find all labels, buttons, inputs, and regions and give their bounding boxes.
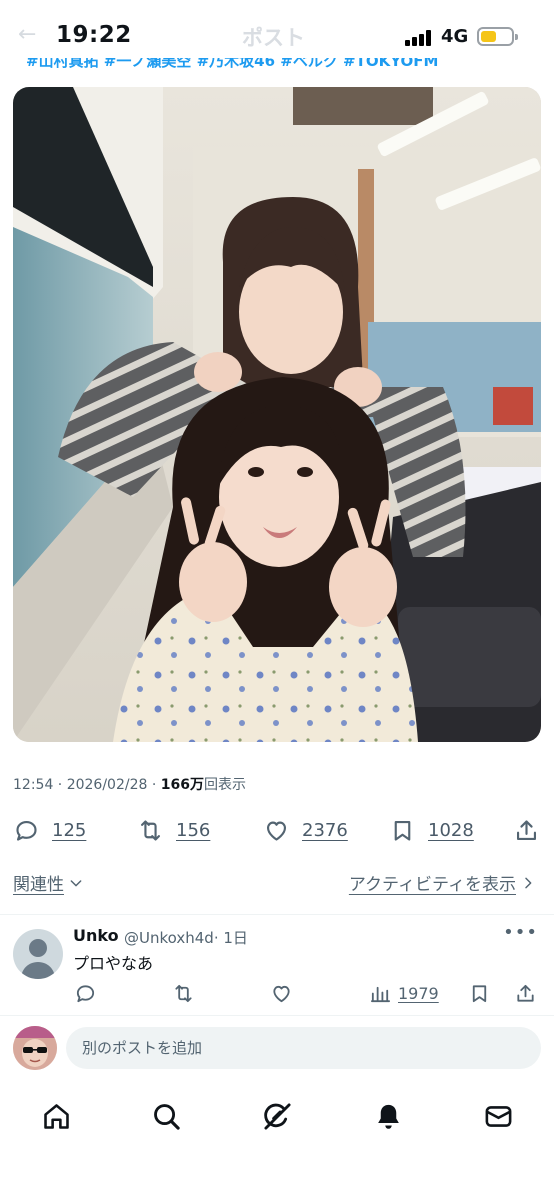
heart-icon	[273, 985, 290, 1002]
reply-reply-button[interactable]	[74, 978, 97, 1008]
add-post-input[interactable]	[66, 1027, 541, 1069]
page-title: ポスト	[242, 26, 305, 50]
hashtag-line[interactable]: #山村真拓 #一ノ瀬美空 #乃木坂46 #ベルク #TOKYOFM	[26, 58, 546, 76]
like-button[interactable]: 2376	[263, 812, 348, 848]
divider	[0, 1015, 554, 1016]
bottom-navigation	[0, 1092, 554, 1142]
repost-count: 156	[176, 819, 211, 841]
like-count: 2376	[302, 819, 348, 841]
sort-label: 関連性	[13, 875, 64, 895]
divider	[0, 914, 554, 915]
reply-actions: 1979	[0, 978, 554, 1008]
reply-author-handle[interactable]: @Unkoxh4d· 1日	[124, 927, 248, 948]
post-timestamp: 12:54 · 2026/02/28 ·	[13, 777, 161, 793]
reply-text: プロやなあ	[73, 954, 154, 973]
heart-icon	[266, 821, 287, 841]
bell-icon	[377, 1104, 399, 1129]
reply-like-button[interactable]	[270, 978, 293, 1008]
nav-grok-button[interactable]	[259, 1098, 295, 1134]
bookmark-button[interactable]: 1028	[389, 812, 474, 848]
network-label: 4G	[441, 26, 469, 47]
grok-icon	[263, 1102, 291, 1130]
post-meta: 12:54 · 2026/02/28 · 166万回表示	[13, 774, 246, 794]
battery-level	[481, 31, 496, 42]
back-arrow-icon[interactable]: ←	[18, 22, 36, 47]
sort-relevance-button[interactable]: 関連性	[13, 870, 84, 895]
views-label: 回表示	[203, 777, 246, 793]
share-button[interactable]	[513, 812, 540, 848]
reply-time: · 1日	[213, 929, 248, 947]
view-activity-link[interactable]: アクティビティを表示	[349, 870, 536, 895]
signal-icon	[405, 30, 433, 46]
post-photo[interactable]	[13, 87, 541, 742]
home-icon	[43, 1103, 69, 1129]
share-upload-icon	[517, 984, 534, 1002]
bar-chart-icon	[370, 986, 391, 1002]
bookmark-icon	[394, 820, 411, 841]
views-count: 166万	[160, 777, 204, 793]
nav-notifications-button[interactable]	[370, 1098, 406, 1134]
reply-views-button[interactable]: 1979	[369, 978, 439, 1008]
repost-button[interactable]: 156	[137, 812, 210, 848]
post-actions: 125 156 2376 1028	[0, 812, 554, 848]
nav-messages-button[interactable]	[480, 1098, 516, 1134]
share-upload-icon	[516, 819, 537, 840]
reply-author-name[interactable]: Unko	[73, 926, 119, 945]
reply-share-button[interactable]	[514, 978, 537, 1008]
reply-views-count: 1979	[398, 983, 439, 1003]
speech-bubble-icon	[76, 984, 95, 1002]
bookmark-icon	[472, 984, 487, 1002]
user-avatar-image	[13, 1026, 57, 1070]
reply-button[interactable]: 125	[13, 812, 86, 848]
search-icon	[153, 1103, 180, 1130]
photo-illustration	[13, 87, 541, 742]
activity-label: アクティビティを表示	[348, 875, 516, 895]
nav-search-button[interactable]	[148, 1098, 184, 1134]
more-options-icon[interactable]: •••	[503, 922, 538, 943]
user-avatar[interactable]	[13, 1026, 57, 1070]
status-time: 19:22	[56, 22, 132, 48]
reply-repost-button[interactable]	[172, 978, 195, 1008]
nav-home-button[interactable]	[38, 1098, 74, 1134]
bookmark-count: 1028	[428, 819, 474, 841]
repost-arrows-icon	[175, 984, 192, 1002]
battery-icon	[477, 27, 518, 46]
reply-count: 125	[52, 819, 87, 841]
reply-avatar[interactable]	[13, 929, 63, 979]
chevron-down-icon	[70, 879, 82, 886]
chevron-right-icon	[525, 877, 532, 888]
envelope-icon	[485, 1105, 511, 1127]
speech-bubble-icon	[16, 820, 37, 841]
repost-arrows-icon	[140, 819, 161, 841]
default-avatar-icon	[21, 939, 55, 979]
reply-bookmark-button[interactable]	[468, 978, 491, 1008]
